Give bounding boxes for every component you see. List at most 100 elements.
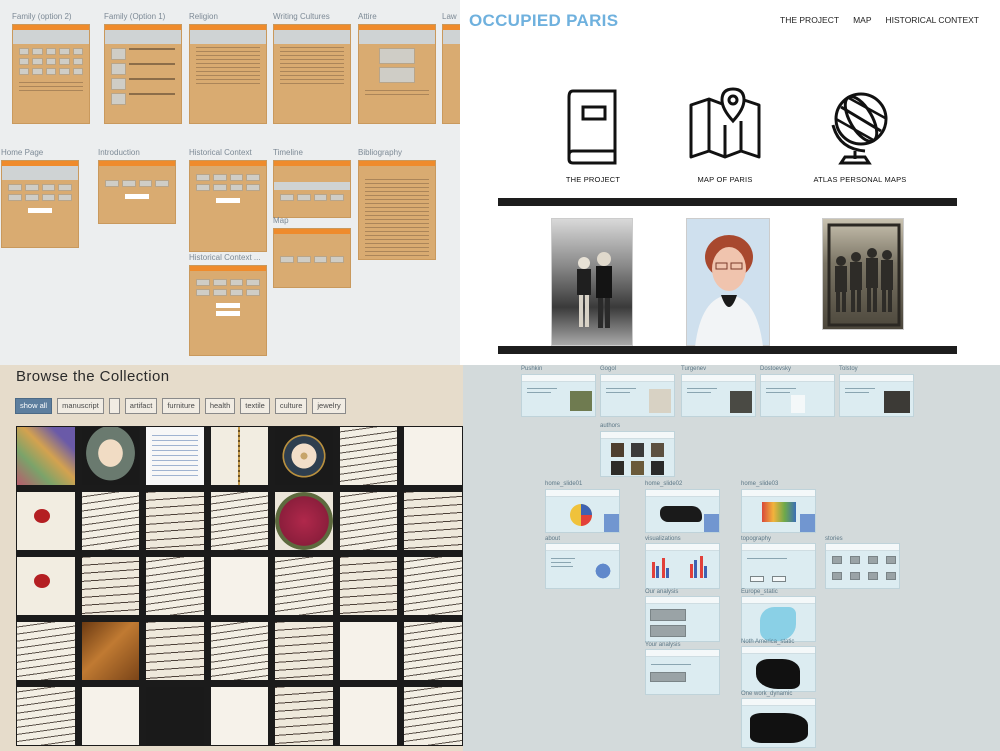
collection-item[interactable] <box>339 557 398 615</box>
card-stories[interactable] <box>825 543 900 589</box>
card-home-slide03[interactable] <box>741 489 816 533</box>
collection-item[interactable] <box>404 557 462 615</box>
artboard-law[interactable]: Law <box>442 12 460 124</box>
collection-item[interactable] <box>17 687 75 745</box>
collection-item[interactable] <box>210 622 269 680</box>
filter-bar: show all manuscript artifact furniture h… <box>15 398 346 414</box>
collection-item[interactable] <box>339 622 398 680</box>
artboard-introduction[interactable]: Introduction <box>98 148 176 224</box>
elderly-woman-portrait[interactable] <box>686 218 770 347</box>
collection-item[interactable] <box>81 427 140 485</box>
collection-item[interactable] <box>81 557 140 615</box>
card-your-analysis[interactable] <box>645 649 720 695</box>
collection-item[interactable] <box>146 687 204 745</box>
card-dostoevsky[interactable] <box>760 374 835 417</box>
nav-map[interactable]: MAP <box>853 15 871 25</box>
artboard-attire[interactable]: Attire <box>358 12 436 124</box>
wireframe-board: Family (option 2) Family (Option 1) Reli… <box>0 0 460 365</box>
collection-item[interactable] <box>275 557 333 615</box>
collection-item[interactable] <box>17 557 75 615</box>
collection-item[interactable] <box>81 687 140 745</box>
collection-item[interactable] <box>210 557 269 615</box>
filter-jewelry[interactable]: jewelry <box>312 398 346 414</box>
card-home-slide02[interactable] <box>645 489 720 533</box>
collection-item[interactable] <box>17 622 75 680</box>
children-on-bench-photo[interactable] <box>551 218 633 346</box>
artboard-historical-context[interactable]: Historical Context <box>189 148 267 252</box>
label-topography: topography <box>741 536 772 542</box>
collection-item[interactable] <box>146 492 204 550</box>
artboard-writing-cultures[interactable]: Writing Cultures <box>273 12 351 124</box>
collection-item[interactable] <box>146 427 204 485</box>
collection-item[interactable] <box>146 557 204 615</box>
collection-item[interactable] <box>339 687 398 745</box>
filter-textile[interactable]: textile <box>240 398 270 414</box>
filter-health[interactable]: health <box>204 398 236 414</box>
card-authors[interactable] <box>600 431 675 477</box>
group-of-children-photo[interactable] <box>822 218 904 330</box>
collection-item[interactable] <box>81 622 140 680</box>
label-home-slide02: home_slide02 <box>645 481 683 487</box>
collection-item[interactable] <box>210 687 269 745</box>
collection-item[interactable] <box>404 492 462 550</box>
artboard-map[interactable]: Map <box>273 216 351 288</box>
label-one-work-dynamic: One work_dynamic <box>741 691 793 697</box>
card-pushkin[interactable] <box>521 374 596 417</box>
artboard-timeline[interactable]: Timeline <box>273 148 351 218</box>
divider-bar-bottom <box>498 346 957 354</box>
collection-item[interactable] <box>404 622 462 680</box>
card-gogol[interactable] <box>600 374 675 417</box>
filter-artifact[interactable]: artifact <box>124 398 158 414</box>
nav-historical-context[interactable]: HISTORICAL CONTEXT <box>885 15 979 25</box>
card-home-slide01[interactable] <box>545 489 620 533</box>
card-turgenev[interactable] <box>681 374 756 417</box>
card-atlas-personal-maps[interactable]: ATLAS PERSONAL MAPS <box>795 85 925 184</box>
collection-item[interactable] <box>339 427 398 485</box>
artboard-religion[interactable]: Religion <box>189 12 267 124</box>
filter-manuscript[interactable]: manuscript <box>57 398 104 414</box>
card-our-analysis[interactable] <box>645 596 720 642</box>
collection-item[interactable] <box>210 427 269 485</box>
card-tolstoy[interactable] <box>839 374 914 417</box>
main-nav: THE PROJECT MAP HISTORICAL CONTEXT <box>780 15 979 25</box>
page-title: Browse the Collection <box>16 368 170 385</box>
label-our-analysis: Our analysis <box>645 589 679 595</box>
collection-item[interactable] <box>17 427 75 485</box>
card-europe-static[interactable] <box>741 596 816 642</box>
filter-blank[interactable] <box>108 398 120 414</box>
card-the-project[interactable]: THE PROJECT <box>528 85 658 184</box>
browse-collection-page: Browse the Collection show all manuscrip… <box>0 365 463 751</box>
card-map-of-paris[interactable]: MAP OF PARIS <box>660 85 790 184</box>
collection-item[interactable] <box>404 427 462 485</box>
collection-item[interactable] <box>275 492 333 550</box>
globe-icon <box>831 92 888 165</box>
collection-item[interactable] <box>146 622 204 680</box>
artboard-home-page[interactable]: Home Page <box>1 148 79 248</box>
card-one-work-dynamic[interactable] <box>741 698 816 748</box>
collection-item[interactable] <box>275 427 333 485</box>
nav-the-project[interactable]: THE PROJECT <box>780 15 839 25</box>
filter-furniture[interactable]: furniture <box>162 398 200 414</box>
card-about[interactable] <box>545 543 620 589</box>
collection-item[interactable] <box>275 687 333 745</box>
artboard-family-option-1[interactable]: Family (Option 1) <box>104 12 182 124</box>
filter-show-all[interactable]: show all <box>15 398 53 414</box>
collection-item[interactable] <box>275 622 333 680</box>
label-your-analysis: Your analysis <box>645 642 681 648</box>
collection-item[interactable] <box>339 492 398 550</box>
filter-culture[interactable]: culture <box>274 398 308 414</box>
card-topography[interactable] <box>741 543 816 589</box>
collection-item[interactable] <box>404 687 462 745</box>
collection-item[interactable] <box>81 492 140 550</box>
artboard-bibliography[interactable]: Bibliography <box>358 148 436 260</box>
sitemap-board: Pushkin Gogol Turgenev Dostoevsky Tolsto… <box>463 365 1000 751</box>
card-visualizations[interactable] <box>645 543 720 589</box>
book-icon <box>567 89 617 165</box>
folded-map-pin-icon <box>689 87 761 159</box>
artboard-family-option-2[interactable]: Family (option 2) <box>12 12 90 124</box>
collection-item[interactable] <box>210 492 269 550</box>
collection-item[interactable] <box>17 492 75 550</box>
site-title[interactable]: OCCUPIED PARIS <box>469 11 618 31</box>
card-north-america-static[interactable] <box>741 646 816 692</box>
artboard-historical-context-2[interactable]: Historical Context ... <box>189 253 267 356</box>
